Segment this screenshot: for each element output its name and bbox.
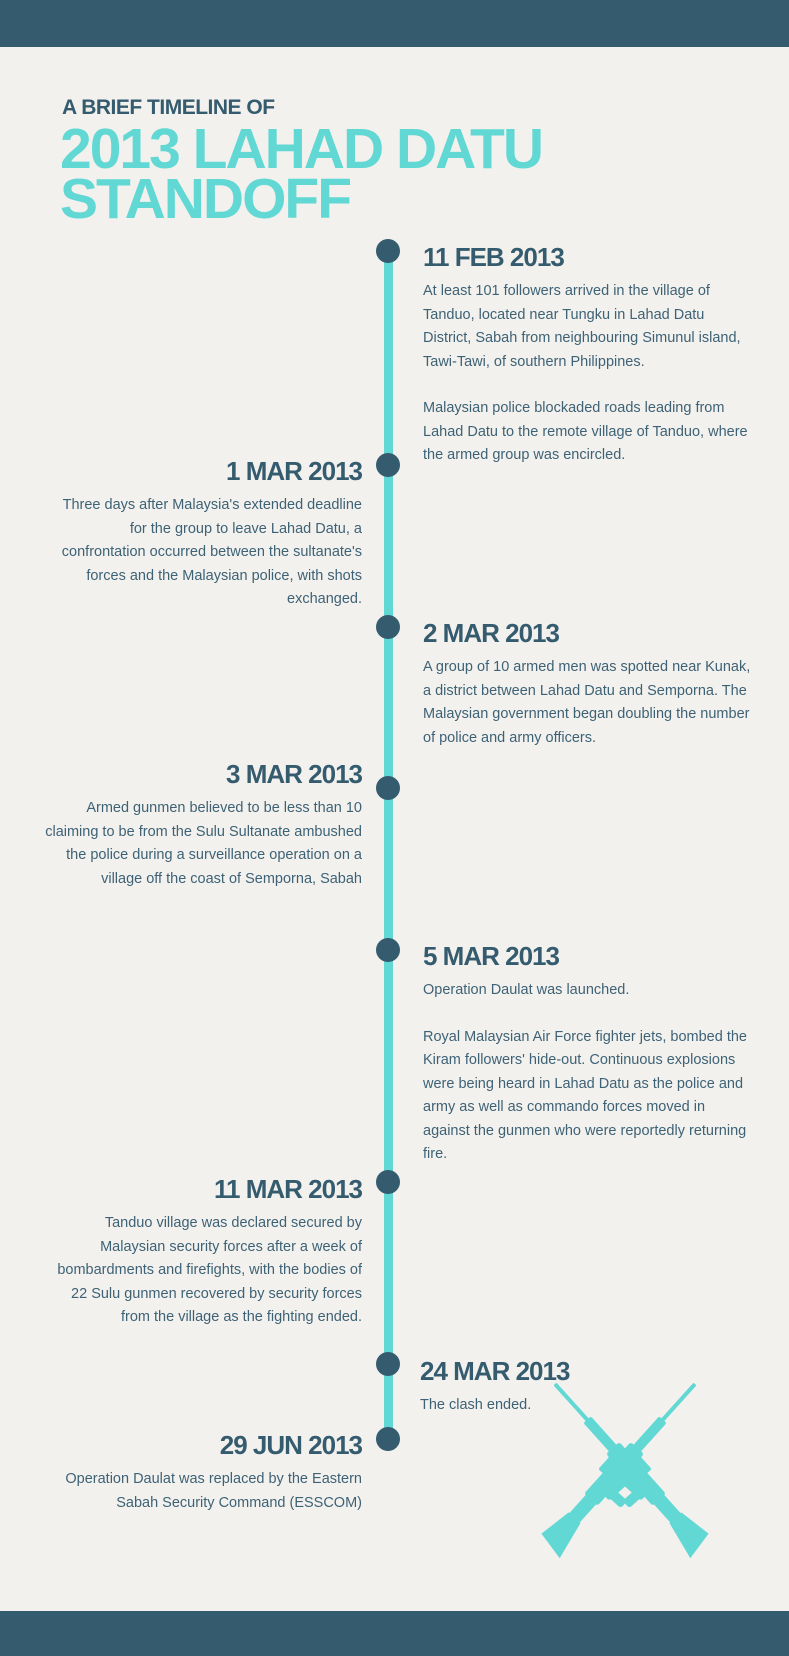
timeline-dot xyxy=(376,1352,400,1376)
event-date: 1 MAR 2013 xyxy=(226,456,363,486)
timeline-event: 2 MAR 2013 A group of 10 armed men was s… xyxy=(423,616,753,750)
event-date: 11 MAR 2013 xyxy=(214,1174,363,1204)
timeline-event: 11 FEB 2013 At least 101 followers arriv… xyxy=(423,240,753,468)
timeline-dot xyxy=(376,239,400,263)
event-description: Malaysian police blockaded roads leading… xyxy=(423,400,748,463)
event-date: 5 MAR 2013 xyxy=(423,941,560,971)
timeline-dot xyxy=(376,453,400,477)
timeline-event: 3 MAR 2013 Armed gunmen believed to be l… xyxy=(42,757,363,891)
timeline-dot xyxy=(376,1170,400,1194)
event-description: At least 101 followers arrived in the vi… xyxy=(423,283,741,370)
page-title: 2013 LAHAD DATU STANDOFF xyxy=(60,117,544,231)
event-description: Royal Malaysian Air Force fighter jets, … xyxy=(423,1028,747,1163)
event-description: A group of 10 armed men was spotted near… xyxy=(423,659,751,746)
top-band xyxy=(0,0,789,47)
bottom-band xyxy=(0,1611,789,1656)
timeline-line xyxy=(384,252,393,1440)
timeline-dot xyxy=(376,615,400,639)
timeline-dot xyxy=(376,938,400,962)
timeline-event: 11 MAR 2013 Tanduo village was declared … xyxy=(42,1172,363,1330)
event-description: Three days after Malaysia's extended dea… xyxy=(61,497,362,607)
event-description: Tanduo village was declared secured by M… xyxy=(57,1215,362,1325)
event-description: Armed gunmen believed to be less than 10… xyxy=(45,800,362,887)
crossed-rifles-icon xyxy=(541,1383,709,1559)
timeline-event: 29 JUN 2013 Operation Daulat was replace… xyxy=(22,1428,363,1515)
event-date: 3 MAR 2013 xyxy=(226,759,363,789)
event-date: 29 JUN 2013 xyxy=(219,1430,363,1460)
event-description: Operation Daulat was launched. xyxy=(423,982,630,998)
timeline-dot xyxy=(376,1427,400,1451)
timeline-event: 5 MAR 2013 Operation Daulat was launched… xyxy=(423,939,753,1167)
event-date: 11 FEB 2013 xyxy=(423,242,565,272)
event-date: 2 MAR 2013 xyxy=(423,618,560,648)
timeline-event: 1 MAR 2013 Three days after Malaysia's e… xyxy=(42,454,363,612)
event-description: Operation Daulat was replaced by the Eas… xyxy=(65,1471,362,1511)
timeline-dot xyxy=(376,776,400,800)
